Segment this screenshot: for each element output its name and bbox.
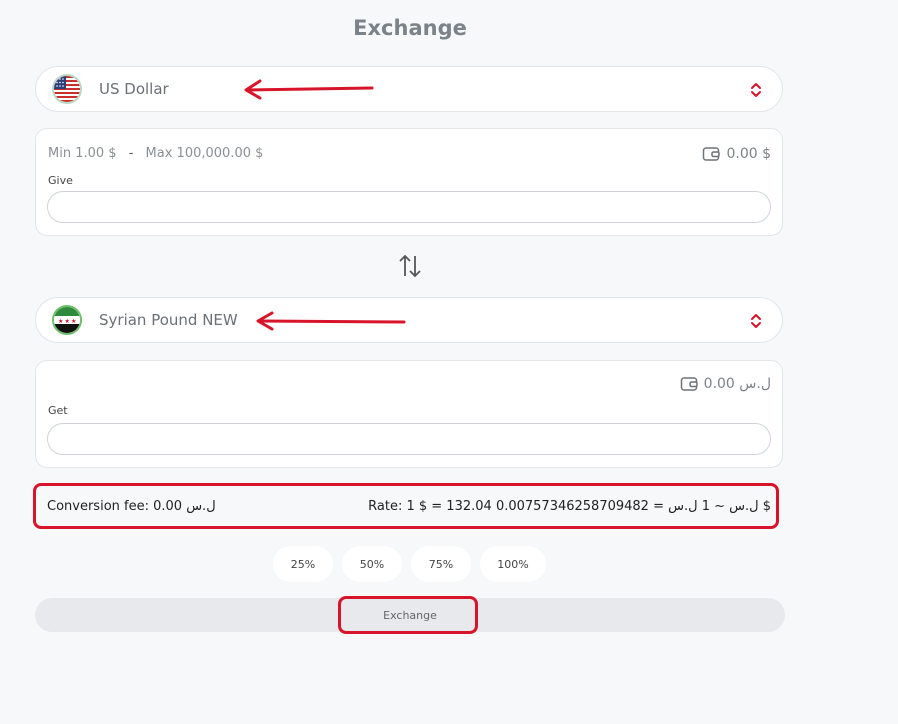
svg-text:★: ★: [58, 318, 63, 325]
wallet-icon: [680, 377, 698, 391]
give-currency-label: US Dollar: [99, 80, 169, 98]
us-flag-icon: [52, 74, 82, 104]
get-label: Get: [48, 404, 68, 417]
get-currency-label: Syrian Pound NEW: [99, 311, 238, 329]
give-balance-value: 0.00 $: [726, 146, 771, 162]
swap-arrows-icon[interactable]: [396, 252, 424, 280]
chevron-up-down-icon: [751, 83, 761, 97]
wallet-icon: [703, 147, 721, 161]
give-label: Give: [48, 174, 73, 187]
get-balance: ل.س 0.00: [680, 376, 771, 392]
page-title: Exchange: [353, 16, 467, 40]
get-balance-value: ل.س 0.00: [703, 376, 771, 392]
max-amount: Max 100,000.00 $: [145, 146, 264, 161]
get-amount-input[interactable]: [47, 423, 771, 455]
give-currency-select[interactable]: US Dollar: [35, 66, 783, 112]
get-card: ل.س 0.00 Get: [35, 360, 783, 468]
give-limits: Min 1.00 $ - Max 100,000.00 $: [48, 146, 263, 161]
limit-separator: -: [128, 146, 134, 161]
percent-25-button[interactable]: 25%: [273, 546, 333, 582]
svg-text:★: ★: [71, 318, 76, 325]
chevron-up-down-icon: [751, 314, 761, 328]
percent-75-button[interactable]: 75%: [411, 546, 471, 582]
exchange-rate: Rate: 1 $ = 132.04 ل.س ~ 1 ل.س = 0.00757…: [368, 499, 771, 514]
exchange-button[interactable]: Exchange: [35, 598, 785, 632]
percent-100-button[interactable]: 100%: [480, 546, 546, 582]
conversion-info: Conversion fee: 0.00 ل.س Rate: 1 $ = 132…: [35, 486, 775, 526]
svg-text:★: ★: [65, 318, 70, 325]
min-amount: Min 1.00 $: [48, 146, 117, 161]
syria-independence-flag-icon: ★ ★ ★: [52, 305, 82, 335]
give-amount-input[interactable]: [47, 191, 771, 223]
give-card: Min 1.00 $ - Max 100,000.00 $ 0.00 $ Giv…: [35, 128, 783, 236]
conversion-fee: Conversion fee: 0.00 ل.س: [47, 499, 216, 514]
annotation-arrow: [244, 79, 374, 100]
percent-50-button[interactable]: 50%: [342, 546, 402, 582]
give-balance: 0.00 $: [702, 146, 771, 162]
annotation-arrow: [256, 311, 406, 331]
